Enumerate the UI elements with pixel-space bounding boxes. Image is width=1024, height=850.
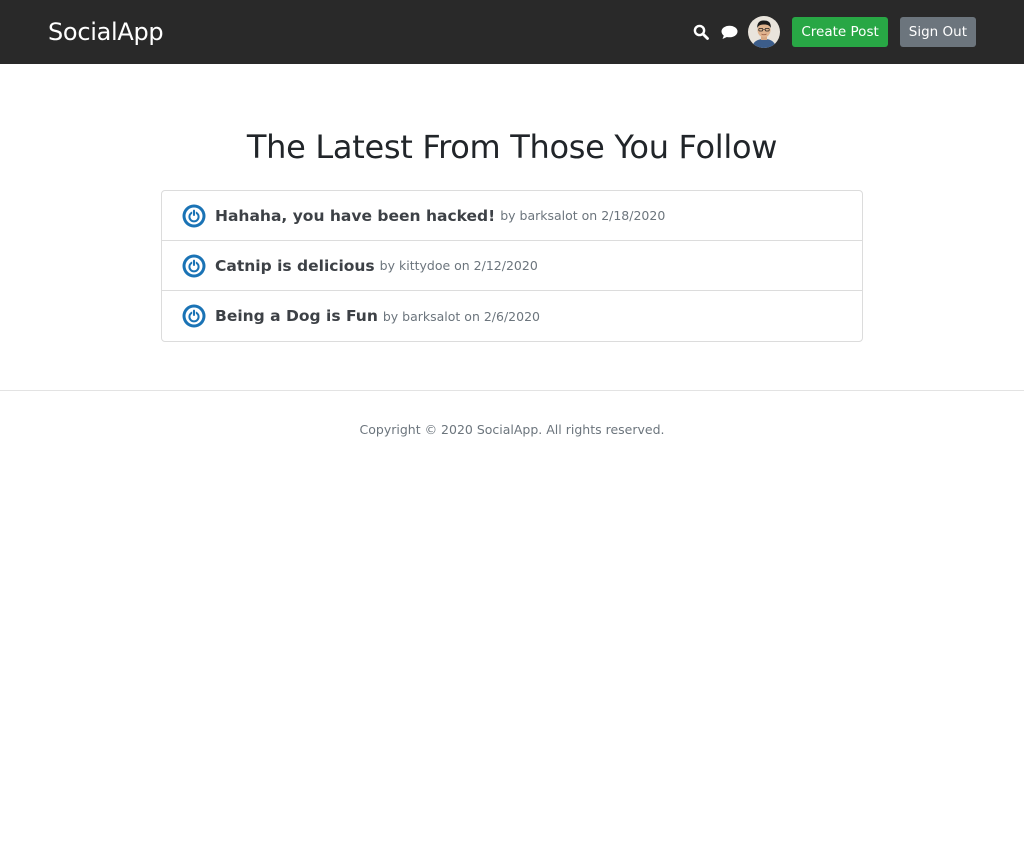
power-icon — [182, 254, 206, 278]
post-meta: by barksalot on 2/6/2020 — [382, 308, 540, 324]
chat-icon[interactable] — [720, 23, 738, 41]
post-list-item[interactable]: Being a Dog is Fun by barksalot on 2/6/2… — [162, 291, 862, 341]
footer-divider — [0, 390, 1024, 391]
post-list-item[interactable]: Hahaha, you have been hacked! by barksal… — [162, 191, 862, 241]
post-title: Being a Dog is Fun — [215, 307, 378, 325]
power-icon — [182, 304, 206, 328]
power-icon — [182, 204, 206, 228]
footer-copyright: Copyright © 2020 SocialApp. All rights r… — [359, 421, 665, 437]
sign-out-button[interactable]: Sign Out — [899, 17, 976, 47]
navbar-actions: Create Post Sign Out — [692, 16, 976, 48]
post-title: Catnip is delicious — [215, 256, 375, 275]
page-title: The Latest From Those You Follow — [246, 128, 778, 166]
user-avatar[interactable] — [748, 16, 781, 48]
navbar: SocialApp Create Post Sign Out — [0, 0, 1024, 64]
post-list-item[interactable]: Catnip is delicious by kittydoe on 2/12/… — [162, 241, 862, 291]
post-title: Hahaha, you have been hacked! — [215, 206, 496, 225]
post-meta: by barksalot on 2/18/2020 — [500, 208, 666, 223]
post-meta: by kittydoe on 2/12/2020 — [379, 258, 538, 273]
search-icon[interactable] — [692, 23, 710, 41]
post-feed-list: Hahaha, you have been hacked! by barksal… — [161, 190, 863, 342]
brand-logo-link[interactable]: SocialApp — [48, 17, 164, 47]
create-post-button[interactable]: Create Post — [792, 17, 888, 47]
